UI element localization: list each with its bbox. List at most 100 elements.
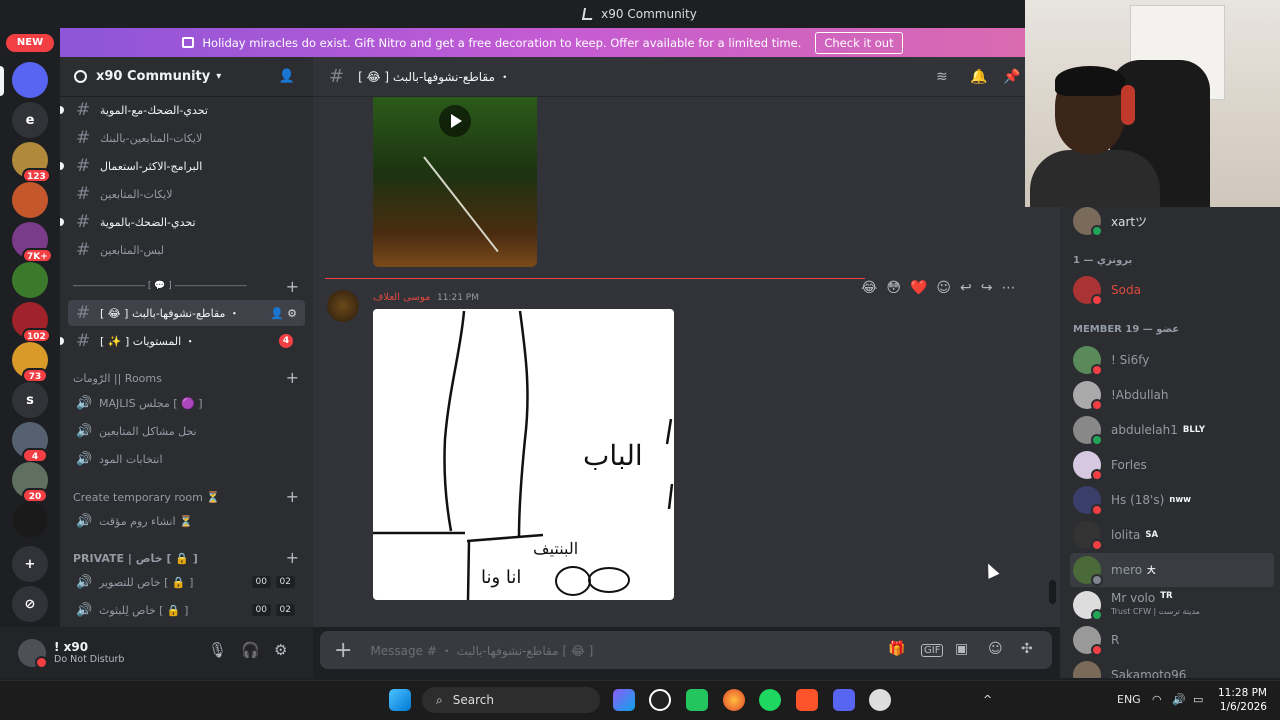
gif-icon[interactable]: GIF bbox=[921, 644, 944, 657]
chrome-icon[interactable] bbox=[869, 689, 891, 711]
video-attachment[interactable] bbox=[373, 97, 537, 267]
create-channel-icon[interactable]: + bbox=[286, 548, 299, 567]
sticker-icon[interactable]: ▣ bbox=[955, 641, 968, 657]
member-item[interactable]: R bbox=[1070, 623, 1274, 657]
create-channel-icon[interactable]: + bbox=[286, 487, 299, 506]
channel-item[interactable]: # البرامج-الاكثر-استعمال bbox=[60, 153, 305, 179]
member-name: lolita bbox=[1111, 528, 1141, 542]
check-it-out-button[interactable]: Check it out bbox=[815, 31, 903, 54]
server-icon[interactable] bbox=[12, 502, 48, 538]
channel-item[interactable]: # [ ✨ ] المستويات ・ 4 bbox=[60, 328, 305, 354]
member-item[interactable]: Mr volo TR Trust CFW | مدينة ترست bbox=[1070, 588, 1274, 622]
category-rooms[interactable]: الرّومات || Rooms bbox=[73, 372, 162, 385]
user-panel: ! x90 Do Not Disturb bbox=[0, 627, 313, 678]
new-badge[interactable]: NEW bbox=[6, 34, 54, 52]
add-member-icon[interactable]: 👤 bbox=[279, 69, 295, 84]
tray-chevron-icon[interactable]: ^ bbox=[983, 693, 992, 706]
server-icon[interactable]: e bbox=[12, 102, 48, 138]
server-icon[interactable]: s bbox=[12, 382, 48, 418]
headphones-icon[interactable]: 🎧 bbox=[241, 641, 260, 659]
member-item[interactable]: Forles bbox=[1070, 448, 1274, 482]
member-item[interactable]: mero 大 bbox=[1070, 553, 1274, 587]
battery-icon[interactable]: ▭ bbox=[1193, 693, 1203, 706]
channel-item[interactable]: # تحدي-الضحك-مع-الموية bbox=[60, 97, 305, 123]
guild-header[interactable]: x90 Community ▾ 👤 bbox=[60, 57, 313, 97]
reaction-laugh[interactable]: 😂 bbox=[861, 280, 877, 296]
channel-item[interactable]: # لايكات-المتابعين-بالبنك bbox=[68, 125, 305, 151]
add-server-icon[interactable]: + bbox=[12, 546, 48, 582]
taskbar-search[interactable]: ⌕ Search bbox=[422, 687, 600, 713]
member-avatar bbox=[1073, 416, 1103, 446]
headset bbox=[1121, 85, 1135, 125]
member-item[interactable]: Hs (18's) nww bbox=[1070, 483, 1274, 517]
category-temporary[interactable]: Create temporary room ⏳ bbox=[73, 491, 220, 504]
search-icon: ⌕ bbox=[436, 692, 443, 707]
voice-channel-item[interactable]: 🔊 نحل مشاكل المتابعين bbox=[68, 418, 305, 444]
volume-icon[interactable]: 🔊 bbox=[1172, 693, 1186, 706]
discord-icon[interactable] bbox=[833, 689, 855, 711]
compass-icon[interactable]: ⊘ bbox=[12, 586, 48, 622]
channel-item[interactable]: # تحدي-الضحك-بالموية bbox=[60, 209, 305, 235]
server-icon[interactable] bbox=[12, 62, 48, 98]
server-mention-badge: 73 bbox=[22, 368, 48, 383]
voice-channel-item[interactable]: 🔊 خاص لِلبثوث [ 🔒 ] 00 02 bbox=[68, 597, 305, 623]
message-author-avatar[interactable] bbox=[327, 290, 359, 322]
server-icon[interactable] bbox=[12, 182, 48, 218]
channel-item[interactable]: # لبس-المتابعين bbox=[68, 237, 305, 263]
language-indicator[interactable]: ENG bbox=[1117, 693, 1141, 706]
settings-gear-icon[interactable]: ⚙ bbox=[274, 641, 287, 659]
capcut-icon[interactable] bbox=[686, 689, 708, 711]
firefox-icon[interactable] bbox=[723, 689, 745, 711]
voice-channel-item[interactable]: 🔊 انتخابات المود bbox=[68, 446, 305, 472]
forward-icon[interactable]: ↪ bbox=[981, 280, 993, 296]
emoji-icon[interactable]: ☺ bbox=[988, 641, 1003, 657]
create-channel-icon[interactable]: + bbox=[286, 368, 299, 387]
reply-icon[interactable]: ↩ bbox=[960, 280, 972, 296]
pin-icon[interactable]: 📌 bbox=[1003, 69, 1020, 85]
more-icon[interactable]: ⋯ bbox=[1001, 280, 1015, 296]
voice-channel-item[interactable]: 🔊 خاص للتصوير [ 🔒 ] 00 02 bbox=[68, 569, 305, 595]
channel-name: خاص للتصوير [ 🔒 ] bbox=[99, 575, 194, 589]
voice-channel-item[interactable]: 🔊 MAJLIS مجلس [ 🟣 ] bbox=[68, 390, 305, 416]
avatar[interactable] bbox=[18, 638, 48, 669]
member-item[interactable]: abdulelah1 BLLY bbox=[1070, 413, 1274, 447]
wifi-icon[interactable]: ◠ bbox=[1152, 693, 1162, 706]
category-divider[interactable]: ―――――――― [ 💬 ] ―――――――― bbox=[73, 281, 247, 291]
copilot-icon[interactable] bbox=[613, 689, 635, 711]
channel-item-active[interactable]: # [ 😂 ] مقاطع-نشوفها-بالبث ・ 👤 ⚙ bbox=[68, 300, 305, 326]
message-list[interactable]: 😂 😳 ❤️ ☺ ↩ ↪ ⋯ موسى العلاف 11:21 PM البا… bbox=[313, 97, 1060, 627]
reaction-flushed[interactable]: 😳 bbox=[886, 280, 901, 296]
create-channel-icon[interactable]: + bbox=[286, 277, 299, 296]
spotify-icon[interactable] bbox=[759, 689, 781, 711]
channel-item[interactable]: # لايكات-المتابعين bbox=[68, 181, 305, 207]
member-item[interactable]: ! Si6fy bbox=[1070, 343, 1274, 377]
apps-icon[interactable]: ✣ bbox=[1021, 641, 1033, 657]
server-mention-badge: 102 bbox=[22, 328, 51, 343]
microphone-icon[interactable]: 🎙 bbox=[208, 641, 227, 659]
member-item[interactable]: Soda bbox=[1070, 273, 1274, 307]
member-item[interactable]: lolita SA bbox=[1070, 518, 1274, 552]
member-item[interactable]: !Abdullah bbox=[1070, 378, 1274, 412]
hash-icon: # bbox=[76, 128, 91, 148]
taskbar-clock[interactable]: 11:28 PM 1/6/2026 bbox=[1218, 686, 1267, 714]
voice-channel-item[interactable]: 🔊 انشاء روم مؤقت ⏳ bbox=[68, 508, 305, 534]
message-author[interactable]: موسى العلاف bbox=[373, 292, 430, 303]
scrollbar[interactable] bbox=[1049, 580, 1056, 604]
reaction-heart[interactable]: ❤️ bbox=[910, 280, 927, 296]
category-private[interactable]: PRIVATE | خاص [ 🔒 ] bbox=[73, 552, 198, 565]
add-reaction-icon[interactable]: ☺ bbox=[936, 280, 951, 296]
brave-icon[interactable] bbox=[796, 689, 818, 711]
obs-icon[interactable] bbox=[649, 689, 671, 711]
windows-start-icon[interactable] bbox=[389, 689, 411, 711]
threads-icon[interactable]: ≋ bbox=[936, 69, 948, 85]
image-attachment[interactable]: الباب البنتيف انا ونا bbox=[373, 309, 674, 601]
play-icon[interactable] bbox=[439, 105, 471, 137]
server-icon[interactable] bbox=[12, 262, 48, 298]
channel-settings-icon[interactable]: 👤 ⚙ bbox=[270, 307, 297, 320]
member-item[interactable]: Sakamoto96 bbox=[1070, 658, 1274, 678]
member-item[interactable]: xartツ bbox=[1070, 207, 1274, 238]
gift-icon[interactable]: 🎁 bbox=[888, 641, 905, 657]
plus-icon[interactable]: + bbox=[334, 638, 352, 663]
bell-icon[interactable]: 🔔 bbox=[970, 69, 987, 85]
composer-input[interactable]: Message # ・ مقاطع-نشوفها-بالبث [ 😂 ] bbox=[370, 642, 593, 659]
